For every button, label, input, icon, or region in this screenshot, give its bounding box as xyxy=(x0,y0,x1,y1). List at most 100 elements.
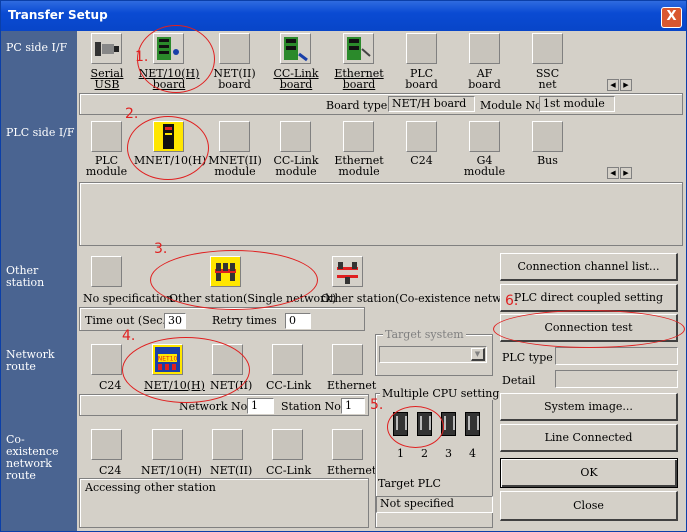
detail-label: Detail xyxy=(502,374,536,387)
plc-direct-coupled-button[interactable]: PLC direct coupled setting xyxy=(500,284,678,312)
network-route-label: Network route xyxy=(6,348,55,373)
no-specification-icon[interactable] xyxy=(91,256,122,287)
af-board-icon[interactable] xyxy=(469,33,500,64)
annotation-4: 4. xyxy=(122,328,136,344)
plc-module-label: PLC module xyxy=(85,154,128,178)
route-cc-link-icon[interactable] xyxy=(272,344,303,375)
route-c24-icon[interactable] xyxy=(91,344,122,375)
other-station-coexist-label: Other station(Co-existence network) xyxy=(321,292,525,305)
title-bar[interactable]: Transfer Setup X xyxy=(1,1,686,31)
af-board-label: AF board xyxy=(468,67,501,91)
plc-type-label: PLC type xyxy=(502,351,553,364)
ethernet-board-icon[interactable] xyxy=(343,33,374,64)
ethernet-module-label: Ethernet module xyxy=(334,154,384,178)
cpu-4-icon[interactable] xyxy=(465,412,480,436)
other-station-coexist-icon[interactable] xyxy=(332,256,363,287)
annotation-circle-2 xyxy=(127,116,209,180)
annotation-2: 2. xyxy=(125,106,139,122)
connection-channel-list-button[interactable]: Connection channel list... xyxy=(500,253,678,281)
multiple-cpu-label: Multiple CPU setting xyxy=(380,387,502,400)
c24-module-label: C24 xyxy=(410,154,433,167)
line-connected-button[interactable]: Line Connected (Q/A6TEL,C24)... xyxy=(500,424,678,470)
annotation-circle-5 xyxy=(387,406,444,448)
route-c24-label: C24 xyxy=(99,379,122,392)
board-type-value: NET/H board xyxy=(388,96,475,112)
cc-link-module-icon[interactable] xyxy=(280,121,311,152)
scroll-left-icon[interactable]: ◀ xyxy=(607,79,619,91)
cpu-4-label: 4 xyxy=(469,447,476,460)
plc-board-label: PLC board xyxy=(405,67,438,91)
close-button[interactable]: Close xyxy=(500,491,678,521)
close-window-button[interactable]: X xyxy=(661,7,682,28)
annotation-circle-6 xyxy=(493,310,685,348)
coexist-c24-icon[interactable] xyxy=(91,429,122,460)
detail-field xyxy=(555,370,678,388)
ssc-net-icon[interactable] xyxy=(532,33,563,64)
route-ethernet-label: Ethernet xyxy=(327,379,377,392)
network-no-field[interactable]: 1 xyxy=(247,398,274,414)
pc-side-label: PC side I/F xyxy=(6,41,68,54)
target-plc-value: Not specified xyxy=(376,496,493,513)
annotation-6: 6. xyxy=(505,293,519,309)
scroll-right-icon[interactable]: ▶ xyxy=(620,79,632,91)
bus-label: Bus xyxy=(537,154,558,167)
coexist-net2-icon[interactable] xyxy=(212,429,243,460)
ok-button[interactable]: OK xyxy=(500,458,678,488)
plc-side-label: PLC side I/F xyxy=(6,126,75,139)
coexist-ethernet-icon[interactable] xyxy=(332,429,363,460)
system-image-button[interactable]: System image... xyxy=(500,393,678,421)
target-plc-label: Target PLC xyxy=(378,477,441,490)
annotation-3: 3. xyxy=(154,241,168,257)
other-station-label: Other station xyxy=(6,264,45,289)
plc-scroll-right-icon[interactable]: ▶ xyxy=(620,167,632,179)
cpu-3-label: 3 xyxy=(445,447,452,460)
route-ethernet-icon[interactable] xyxy=(332,344,363,375)
g4-module-icon[interactable] xyxy=(469,121,500,152)
annotation-circle-3 xyxy=(150,250,318,310)
serial-usb-label: Serial USB xyxy=(90,67,124,91)
plc-scroll-left-icon[interactable]: ◀ xyxy=(607,167,619,179)
coexist-net10h-label: NET/10(H) xyxy=(141,464,202,477)
route-cc-link-label: CC-Link xyxy=(266,379,312,392)
annotation-circle-1 xyxy=(137,25,215,93)
retry-times-field[interactable]: 0 xyxy=(285,313,311,329)
g4-module-label: G4 module xyxy=(463,154,506,178)
annotation-circle-4 xyxy=(122,337,250,403)
serial-usb-icon[interactable] xyxy=(91,33,122,64)
c24-module-icon[interactable] xyxy=(406,121,437,152)
cpu-1-label: 1 xyxy=(397,447,404,460)
timeout-field[interactable]: 30 xyxy=(164,313,186,329)
plc-module-icon[interactable] xyxy=(91,121,122,152)
net2-board-label: NET(II) board xyxy=(213,67,256,91)
target-system-label: Target system xyxy=(383,328,466,341)
annotation-5: 5. xyxy=(370,397,384,413)
annotation-1: 1. xyxy=(135,49,149,65)
board-type-label: Board type xyxy=(326,99,388,112)
station-no-field[interactable]: 1 xyxy=(341,398,365,414)
ethernet-board-label: Ethernet board xyxy=(334,67,384,91)
station-no-label: Station No. xyxy=(281,400,345,413)
coexistence-label: Co-existence network route xyxy=(6,433,59,482)
timeout-label: Time out (Sec.) xyxy=(85,314,171,327)
cc-link-module-label: CC-Link module xyxy=(273,154,319,178)
coexist-net10h-icon[interactable] xyxy=(152,429,183,460)
net2-board-icon[interactable] xyxy=(219,33,250,64)
plc-board-icon[interactable] xyxy=(406,33,437,64)
coexist-status-text: Accessing other station xyxy=(85,481,216,494)
coexist-c24-label: C24 xyxy=(99,464,122,477)
coexist-cc-link-icon[interactable] xyxy=(272,429,303,460)
plc-type-field xyxy=(555,347,678,365)
chevron-down-icon[interactable]: ▼ xyxy=(471,348,485,361)
cc-link-board-icon[interactable] xyxy=(280,33,311,64)
bus-icon[interactable] xyxy=(532,121,563,152)
module-no-value: 1st module xyxy=(539,96,615,112)
section-label-column: PC side I/F PLC side I/F Other station Ne… xyxy=(1,31,77,531)
coexist-net2-label: NET(II) xyxy=(210,464,253,477)
mnet2-module-icon[interactable] xyxy=(219,121,250,152)
ethernet-module-icon[interactable] xyxy=(343,121,374,152)
coexist-cc-link-label: CC-Link xyxy=(266,464,312,477)
cc-link-board-label: CC-Link board xyxy=(273,67,319,91)
cpu-2-label: 2 xyxy=(421,447,428,460)
mnet2-module-label: MNET(II) module xyxy=(208,154,262,178)
coexist-ethernet-label: Ethernet xyxy=(327,464,377,477)
